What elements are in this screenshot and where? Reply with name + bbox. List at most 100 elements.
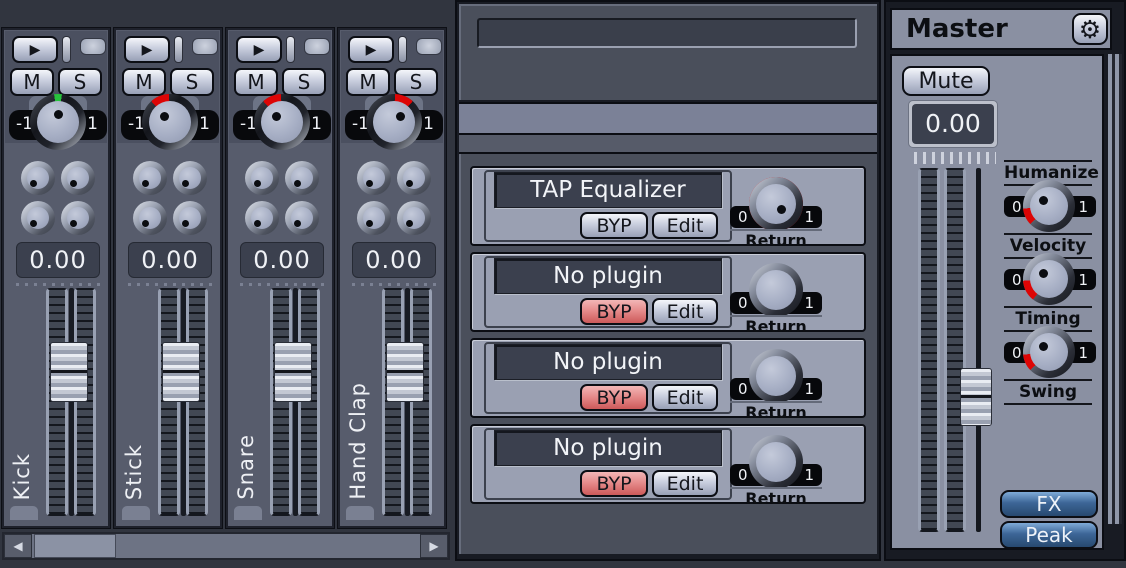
fx-send-knob-2[interactable] [61,161,95,195]
plugin-name-display[interactable]: TAP Equalizer [494,172,722,208]
fx-send-knob-3[interactable] [133,201,167,235]
master-volume-display: 0.00 [912,104,994,144]
pan-max-label: 1 [199,114,210,134]
scroll-left-button[interactable]: ◀ [4,534,32,558]
knob-dot [181,219,189,227]
fx-send-knob-3[interactable] [21,201,55,235]
humanize-velocity-knob[interactable] [1023,180,1075,232]
volume-display: 0.00 [352,242,436,278]
knob-dot [29,219,37,227]
mute-button[interactable]: M [10,68,54,96]
fx-send-knob-4[interactable] [397,201,431,235]
fx-send-knob-4[interactable] [285,201,319,235]
fx-send-knob-3[interactable] [357,201,391,235]
scroll-right-button[interactable]: ▶ [420,534,448,558]
bypass-button[interactable]: BYP [580,298,648,325]
knob-face [1030,260,1068,298]
plugin-name-display[interactable]: No plugin [494,258,722,294]
knob-face [756,184,796,224]
fx-send-knob-2[interactable] [285,161,319,195]
bypass-button[interactable]: BYP [580,470,648,497]
knob-dot [293,179,301,187]
knob-max-label: 1 [804,208,814,226]
edit-button[interactable]: Edit [652,470,718,497]
edit-button[interactable]: Edit [652,384,718,411]
return-label: Return [745,317,807,336]
separator-dots [352,283,436,286]
mute-button[interactable]: M [122,68,166,96]
mute-button[interactable]: M [346,68,390,96]
swing-label: Swing [1004,379,1092,405]
knob-face [1030,187,1068,225]
settings-button[interactable]: ⚙ [1072,13,1108,45]
solo-button[interactable]: S [58,68,102,96]
plugin-name-display[interactable]: No plugin [494,430,722,466]
volume-fader[interactable] [274,342,312,402]
fx-send-knob-2[interactable] [397,161,431,195]
pan-knob[interactable] [254,94,310,150]
volume-fader[interactable] [386,342,424,402]
play-sample-button[interactable]: ▶ [12,36,58,63]
pan-knob[interactable] [30,94,86,150]
edit-button[interactable]: Edit [652,298,718,325]
plugin-name-display[interactable]: No plugin [494,344,722,380]
channel-strip: ▶ M S -1 1 0.00 Snare [226,28,334,528]
fx-send-knob-3[interactable] [245,201,279,235]
bypass-button[interactable]: BYP [580,384,648,411]
play-sample-button[interactable]: ▶ [124,36,170,63]
play-sample-button[interactable]: ▶ [236,36,282,63]
fader-rail [181,288,186,516]
return-knob[interactable] [749,263,803,317]
knob-dot [405,219,413,227]
channel-strip: ▶ M S -1 1 0.00 Kick [2,28,110,528]
swing-knob[interactable] [1023,326,1075,378]
horizontal-scrollbar[interactable]: ◀ ▶ [2,532,450,560]
vu-meter-left [46,288,68,516]
edit-button[interactable]: Edit [652,212,718,239]
pan-knob[interactable] [142,94,198,150]
scrollbar-thumb[interactable] [34,534,116,558]
vu-meter-left [270,288,292,516]
fx-send-knob-1[interactable] [357,161,391,195]
fx-send-knob-1[interactable] [245,161,279,195]
volume-fader[interactable] [162,342,200,402]
channel-strip: ▶ M S -1 1 0.00 Hand Clap [338,28,446,528]
scroll-left-icon: ◀ [13,539,23,553]
volume-fader[interactable] [50,342,88,402]
knob-min-label: 0 [738,466,748,484]
gear-icon: ⚙ [1078,14,1102,44]
master-volume-fader[interactable] [960,368,992,426]
fx-send-knob-1[interactable] [133,161,167,195]
show-fx-button[interactable]: FX [1000,490,1098,518]
return-label: Return [745,231,807,250]
humanize-timing-knob[interactable] [1023,253,1075,305]
show-peaks-button[interactable]: Peak [1000,521,1098,549]
mute-button[interactable]: M [234,68,278,96]
trigger-bar [398,36,407,63]
play-sample-button[interactable]: ▶ [348,36,394,63]
knob-min-label: 0 [738,294,748,312]
master-mute-button[interactable]: Mute [902,66,990,96]
fx-rack-header [459,4,877,100]
knob-dot [253,219,261,227]
solo-button[interactable]: S [394,68,438,96]
pan-knob[interactable] [366,94,422,150]
return-knob[interactable] [749,349,803,403]
return-label: Return [745,489,807,508]
fx-send-knob-4[interactable] [173,201,207,235]
solo-button[interactable]: S [170,68,214,96]
knob-max-label: 1 [1078,198,1088,216]
return-knob[interactable] [749,435,803,489]
knob-dot [395,111,405,121]
trigger-led [80,38,106,55]
solo-button[interactable]: S [282,68,326,96]
knob-max-label: 1 [1078,271,1088,289]
trigger-led [416,38,442,55]
fx-send-knob-4[interactable] [61,201,95,235]
separator-dots [128,283,212,286]
trigger-bar [62,36,71,63]
fx-send-knob-1[interactable] [21,161,55,195]
fx-send-knob-2[interactable] [173,161,207,195]
return-knob[interactable] [749,177,803,231]
bypass-button[interactable]: BYP [580,212,648,239]
